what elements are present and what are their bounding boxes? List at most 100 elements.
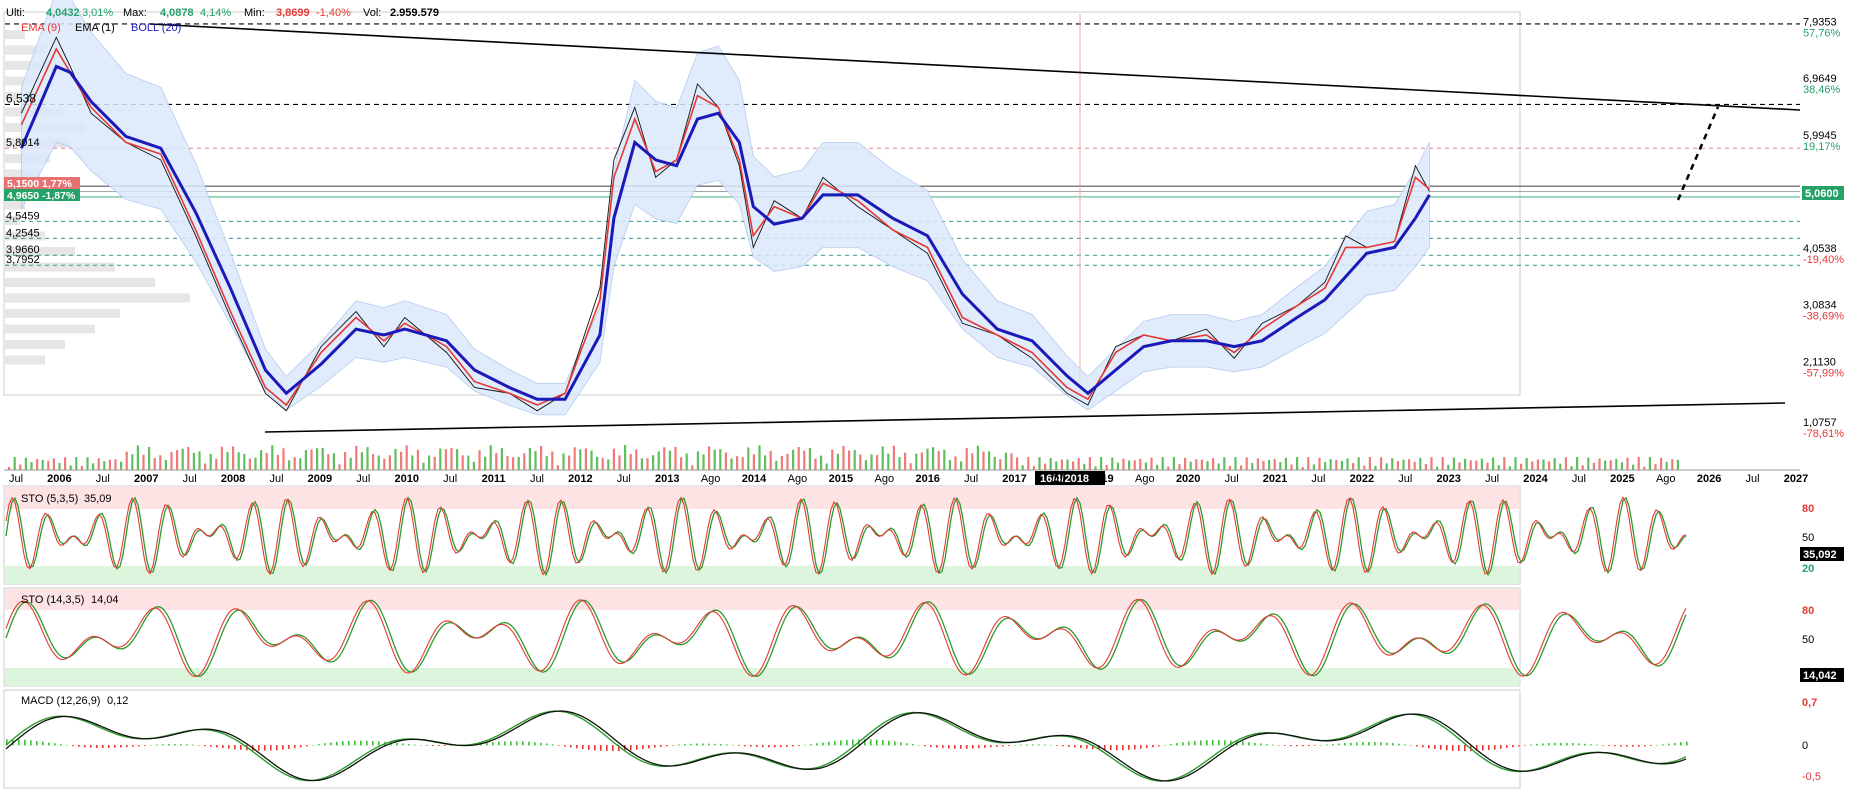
volume-bar <box>1200 459 1203 470</box>
volume-bar <box>1195 459 1198 470</box>
volume-bar <box>1441 457 1444 470</box>
volume-bar <box>1139 458 1142 470</box>
macd-hist-bar <box>768 745 770 748</box>
macd-hist-bar <box>1590 744 1592 746</box>
volume-bar <box>1447 464 1450 470</box>
volume-bar <box>1626 457 1629 470</box>
volume-bar <box>282 448 285 470</box>
legend-ema1[interactable]: EMA (1) <box>75 22 115 34</box>
volume-bar <box>1290 464 1293 470</box>
macd-hist-bar <box>1518 745 1520 747</box>
macd-hist-bar <box>1038 744 1040 746</box>
volume-bar <box>680 457 683 470</box>
volume-bar <box>579 449 582 470</box>
time-axis-label: Jul <box>356 473 370 485</box>
stock-chart[interactable]: 7,935357,76%6,964938,46%5,994519,17%4,05… <box>0 0 1854 792</box>
legend-ema9[interactable]: EMA (9) <box>21 22 61 34</box>
macd-hist-bar <box>18 739 20 746</box>
volume-bar <box>747 447 750 470</box>
tag-upper: 5,1500 1,77% <box>7 178 72 190</box>
macd-hist-bar <box>912 744 914 746</box>
volume-bar <box>780 455 783 470</box>
macd-hist-bar <box>732 744 734 746</box>
header-max-value: 4,0878 <box>160 7 194 19</box>
macd-hist-bar <box>1170 744 1172 746</box>
time-axis-label: 2014 <box>742 473 767 485</box>
legend-boll[interactable]: BOLL (20) <box>131 22 181 34</box>
volume-profile-bar <box>5 293 190 303</box>
macd-hist-bar <box>366 740 368 746</box>
volume-bar <box>741 457 744 470</box>
macd-hist-bar <box>942 745 944 749</box>
volume-bar <box>1609 460 1612 470</box>
volume-bar <box>719 449 722 470</box>
macd-hist-bar <box>198 745 200 746</box>
volume-bar <box>926 448 929 470</box>
macd-hist-bar <box>144 745 146 746</box>
volume-bar <box>366 447 369 470</box>
macd-hist-bar <box>990 745 992 748</box>
volume-bar <box>215 458 218 470</box>
macd-hist-bar <box>600 745 602 751</box>
macd-hist-bar <box>1032 744 1034 746</box>
volume-bar <box>960 461 963 470</box>
volume-bar <box>349 457 352 470</box>
volume-bar <box>170 451 173 470</box>
macd-hist-bar <box>1248 742 1250 746</box>
macd-hist-bar <box>48 742 50 746</box>
volume-bar <box>1497 465 1500 470</box>
left-level-label: 4,5459 <box>6 210 40 222</box>
volume-bar <box>724 452 727 470</box>
volume-bar <box>1520 463 1523 470</box>
volume-bar <box>976 445 979 470</box>
volume-bar <box>1021 465 1024 470</box>
macd-hist-bar <box>270 745 272 751</box>
macd-hist-bar <box>1278 745 1280 746</box>
volume-bar <box>327 454 330 470</box>
macd-hist-bar <box>1512 745 1514 748</box>
volume-bar <box>136 445 139 470</box>
sto-slow-panel[interactable]: STO (14,3,5) 14,04 80 50 14,042 <box>3 587 1844 687</box>
volume-bar <box>797 447 800 470</box>
macd-hist-bar <box>432 745 434 746</box>
macd-panel[interactable]: MACD (12,26,9) 0,12 0,7 0 -0,5 <box>3 689 1821 789</box>
macd-hist-bar <box>312 744 314 746</box>
macd-hist-bar <box>96 745 98 748</box>
volume-bar <box>19 464 22 470</box>
time-axis-label: Jul <box>1485 473 1499 485</box>
macd-hist-bar <box>504 741 506 746</box>
macd-hist-bar <box>1524 745 1526 746</box>
header-min-value: 3,8699 <box>276 7 310 19</box>
volume-bar <box>1402 459 1405 470</box>
macd-hist-bar <box>1392 743 1394 746</box>
time-axis-label: 2012 <box>568 473 592 485</box>
macd-hist-bar <box>264 745 266 751</box>
time-axis-label: Jul <box>1398 473 1412 485</box>
macd-hist-bar <box>918 744 920 746</box>
sto-fast-overbought-zone <box>5 487 1519 509</box>
left-level-label: 4,2545 <box>6 227 40 239</box>
volume-bar <box>198 451 201 470</box>
macd-hist-bar <box>894 741 896 746</box>
time-axis-label: 2023 <box>1436 473 1460 485</box>
macd-hist-bar <box>1584 743 1586 746</box>
volume-bar <box>204 463 207 470</box>
time-axis[interactable]: Jul 2006 Jul 2007 Jul 2008 Jul 2009 Jul 2010 Jul 20… <box>4 469 1808 485</box>
sto-fast-axis-20: 20 <box>1802 563 1814 575</box>
sto-fast-panel[interactable]: STO (5,3,5) 35,09 80 50 20 35,092 <box>3 485 1844 585</box>
volume-bar <box>1368 457 1371 470</box>
volume-bar <box>344 451 347 470</box>
volume-bar <box>1010 453 1013 470</box>
sto-slow-label: STO (14,3,5) <box>21 594 84 606</box>
time-axis-label: 2024 <box>1523 473 1548 485</box>
volume-profile-bar <box>5 355 45 365</box>
volume-bar <box>220 446 223 470</box>
volume-bar <box>1542 459 1545 470</box>
volume-bar <box>769 450 772 470</box>
volume-bar <box>1391 458 1394 470</box>
macd-hist-bar <box>1668 743 1670 746</box>
volume-bar <box>1514 457 1517 470</box>
price-panel[interactable]: 7,935357,76%6,964938,46%5,994519,17%4,05… <box>3 0 1844 485</box>
volume-bar <box>1637 457 1640 470</box>
sto-slow-axis-80: 80 <box>1802 605 1814 617</box>
